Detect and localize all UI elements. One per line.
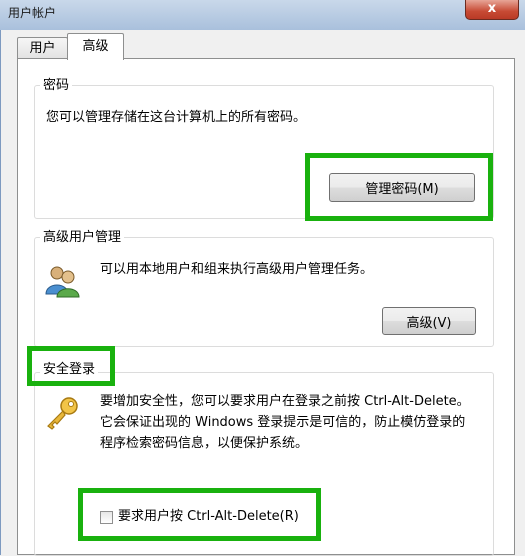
secure-logon-line-1: 要增加安全性，您可以要求用户在登录之前按 Ctrl-Alt-Delete。 bbox=[100, 394, 470, 409]
highlight-box-manage-passwords bbox=[305, 153, 493, 221]
highlight-box-secure-logon bbox=[27, 346, 115, 386]
passwords-group-title: 密码 bbox=[40, 78, 73, 94]
tab-panel: 密码 您可以管理存储在这台计算机上的所有密码。 管理密码(M) 高级用户管理 可… bbox=[17, 58, 515, 556]
tab-users-label: 用户 bbox=[29, 41, 56, 56]
passwords-description: 您可以管理存储在这台计算机上的所有密码。 bbox=[46, 110, 307, 125]
tab-advanced-label: 高级 bbox=[82, 39, 109, 54]
secure-logon-line-3: 程序检索密码信息，以便保护系统。 bbox=[100, 436, 309, 451]
advanced-users-group-title: 高级用户管理 bbox=[40, 230, 125, 246]
title-bar: 用户帐户 x bbox=[0, 0, 525, 30]
key-icon bbox=[44, 396, 82, 430]
tab-advanced[interactable]: 高级 bbox=[67, 33, 124, 60]
close-button[interactable]: x bbox=[465, 0, 519, 20]
users-group-icon bbox=[44, 264, 80, 298]
highlight-box-ctrl-alt-delete bbox=[78, 488, 321, 541]
close-icon: x bbox=[487, 1, 497, 16]
secure-logon-line-2: 它会保证出现的 Windows 登录提示是可信的，防止模仿登录的 bbox=[100, 415, 466, 430]
tab-users[interactable]: 用户 bbox=[17, 37, 68, 59]
window-title: 用户帐户 bbox=[8, 6, 57, 20]
advanced-button[interactable]: 高级(V) bbox=[382, 307, 476, 335]
advanced-users-description: 可以用本地用户和组来执行高级用户管理任务。 bbox=[100, 262, 374, 277]
